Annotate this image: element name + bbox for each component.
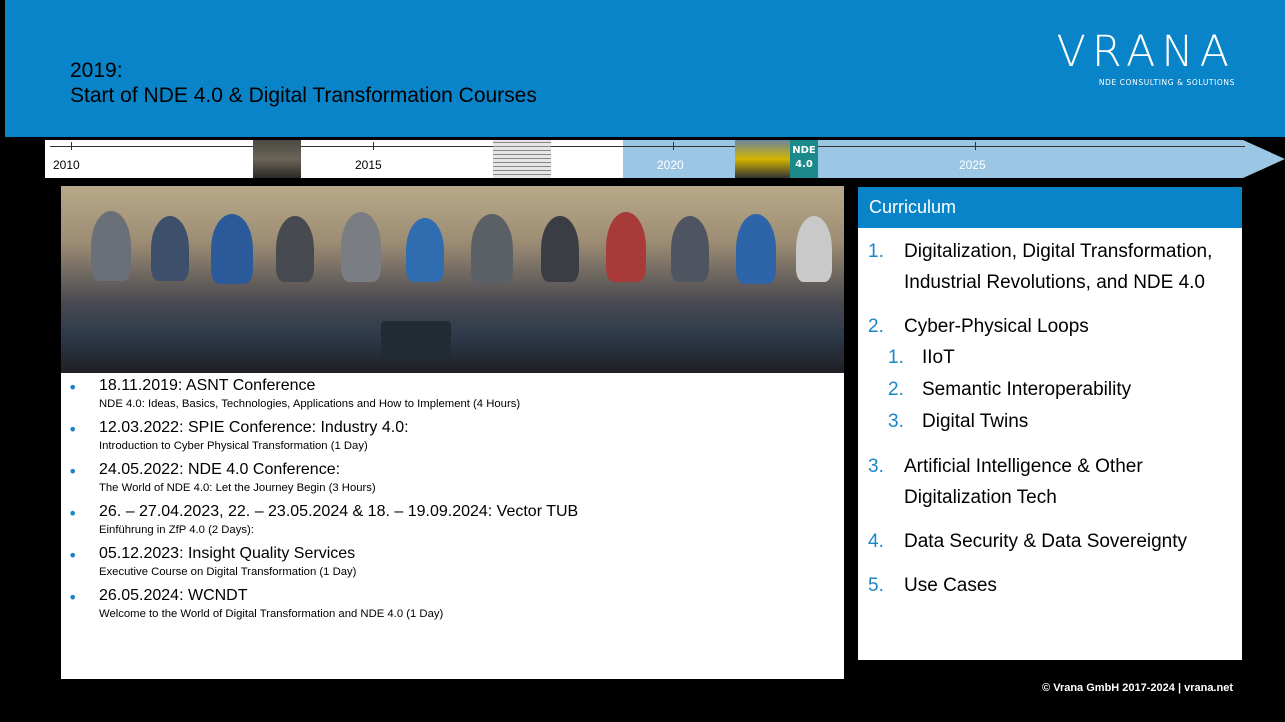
subitem-number: 3. — [888, 411, 904, 432]
item-label: Cyber-Physical Loops — [904, 316, 1089, 337]
item-label: Use Cases — [904, 575, 997, 596]
curriculum-item: 3. Artificial Intelligence & Other Digit… — [858, 451, 1242, 513]
subitem-label: IIoT — [922, 347, 955, 368]
curriculum-item: 5. Use Cases — [858, 570, 1242, 601]
subitem-label: Semantic Interoperability — [922, 379, 1132, 400]
curriculum-subitem: 2. Semantic Interoperability — [858, 374, 1242, 406]
course-list: • 18.11.2019: ASNT Conference NDE 4.0: I… — [61, 376, 844, 628]
timeline-axis — [50, 146, 1245, 147]
curriculum-panel: Curriculum 1. Digitalization, Digital Tr… — [858, 187, 1242, 660]
logo-subtitle: NDE CONSULTING & SOLUTIONS — [1098, 78, 1235, 87]
item-label: Artificial Intelligence & Other Digitali… — [904, 456, 1143, 508]
curriculum-subitem: 1. IIoT — [858, 342, 1242, 374]
timeline-thumbnail-document — [493, 140, 551, 178]
courses-panel: • 18.11.2019: ASNT Conference NDE 4.0: I… — [61, 186, 844, 679]
course-title: 24.05.2022: NDE 4.0 Conference: — [99, 461, 341, 478]
year-2015: 2015 — [355, 158, 382, 172]
slide-header: 2019: Start of NDE 4.0 & Digital Transfo… — [5, 0, 1285, 137]
year-2020: 2020 — [657, 158, 684, 172]
course-title: 05.12.2023: Insight Quality Services — [99, 545, 356, 562]
course-description: Executive Course on Digital Transformati… — [99, 566, 357, 578]
course-entry: • 05.12.2023: Insight Quality Services E… — [61, 544, 844, 581]
subitem-number: 2. — [888, 379, 904, 400]
bullet-icon: • — [68, 462, 78, 481]
course-title: 26. – 27.04.2023, 22. – 23.05.2024 & 18.… — [99, 503, 579, 520]
course-title: 18.11.2019: ASNT Conference — [99, 377, 316, 394]
course-entry: • 18.11.2019: ASNT Conference NDE 4.0: I… — [61, 376, 844, 413]
course-entry: • 26. – 27.04.2023, 22. – 23.05.2024 & 1… — [61, 502, 844, 539]
item-number: 5. — [868, 575, 884, 596]
timeline-arrowhead — [1243, 140, 1285, 178]
course-title: 12.03.2022: SPIE Conference: Industry 4.… — [99, 419, 409, 436]
curriculum-item: 2. Cyber-Physical Loops 1. IIoT 2. Seman… — [858, 311, 1242, 438]
item-number: 3. — [868, 456, 884, 477]
course-entry: • 24.05.2022: NDE 4.0 Conference: The Wo… — [61, 460, 844, 497]
course-entry: • 26.05.2024: WCNDT Welcome to the World… — [61, 586, 844, 623]
page-title: 2019: Start of NDE 4.0 & Digital Transfo… — [70, 58, 537, 108]
item-label: Data Security & Data Sovereignty — [904, 531, 1188, 552]
year-2010: 2010 — [53, 158, 80, 172]
bullet-icon: • — [68, 546, 78, 565]
timeline-tick — [373, 142, 374, 150]
course-description: Introduction to Cyber Physical Transform… — [99, 440, 368, 452]
bullet-icon: • — [68, 588, 78, 607]
course-description: Einführung in ZfP 4.0 (2 Days): — [99, 524, 254, 536]
curriculum-item: 4. Data Security & Data Sovereignty — [858, 526, 1242, 557]
nde40-badge: NDE 4.0 — [790, 140, 818, 178]
subitem-number: 1. — [888, 347, 904, 368]
curriculum-subitem: 3. Digital Twins — [858, 406, 1242, 438]
curriculum-item: 1. Digitalization, Digital Transformatio… — [858, 236, 1242, 298]
course-description: The World of NDE 4.0: Let the Journey Be… — [99, 482, 376, 494]
title-line-2: Start of NDE 4.0 & Digital Transformatio… — [70, 84, 537, 107]
item-number: 4. — [868, 531, 884, 552]
vrana-logo: VRANA NDE CONSULTING & SOLUTIONS — [1056, 30, 1235, 87]
course-title: 26.05.2024: WCNDT — [99, 587, 248, 604]
timeline: NDE 4.0 2010 2015 2020 2025 — [45, 140, 1285, 178]
curriculum-subitems: 1. IIoT 2. Semantic Interoperability 3. … — [888, 342, 1242, 438]
title-line-1: 2019: — [70, 59, 123, 82]
curriculum-list: 1. Digitalization, Digital Transformatio… — [858, 236, 1242, 614]
item-number: 2. — [868, 316, 884, 337]
timeline-thumbnail-train — [735, 140, 790, 178]
bullet-icon: • — [68, 378, 78, 397]
course-entry: • 12.03.2022: SPIE Conference: Industry … — [61, 418, 844, 455]
subitem-label: Digital Twins — [922, 411, 1029, 432]
timeline-tick — [673, 142, 674, 150]
timeline-thumbnail-image — [253, 140, 301, 178]
bullet-icon: • — [68, 420, 78, 439]
year-2025: 2025 — [959, 158, 986, 172]
nde40-badge-text: NDE 4.0 — [792, 145, 816, 170]
course-description: NDE 4.0: Ideas, Basics, Technologies, Ap… — [99, 398, 521, 410]
timeline-tick — [975, 142, 976, 150]
item-label: Digitalization, Digital Transformation, … — [904, 241, 1213, 293]
course-description: Welcome to the World of Digital Transfor… — [99, 608, 444, 620]
copyright-footer: © Vrana GmbH 2017-2024 | vrana.net — [1042, 682, 1233, 694]
logo-name: VRANA — [1056, 27, 1235, 77]
curriculum-heading: Curriculum — [858, 187, 1242, 228]
timeline-tick — [71, 142, 72, 150]
group-photo — [61, 186, 844, 373]
item-number: 1. — [868, 241, 884, 262]
bullet-icon: • — [68, 504, 78, 523]
